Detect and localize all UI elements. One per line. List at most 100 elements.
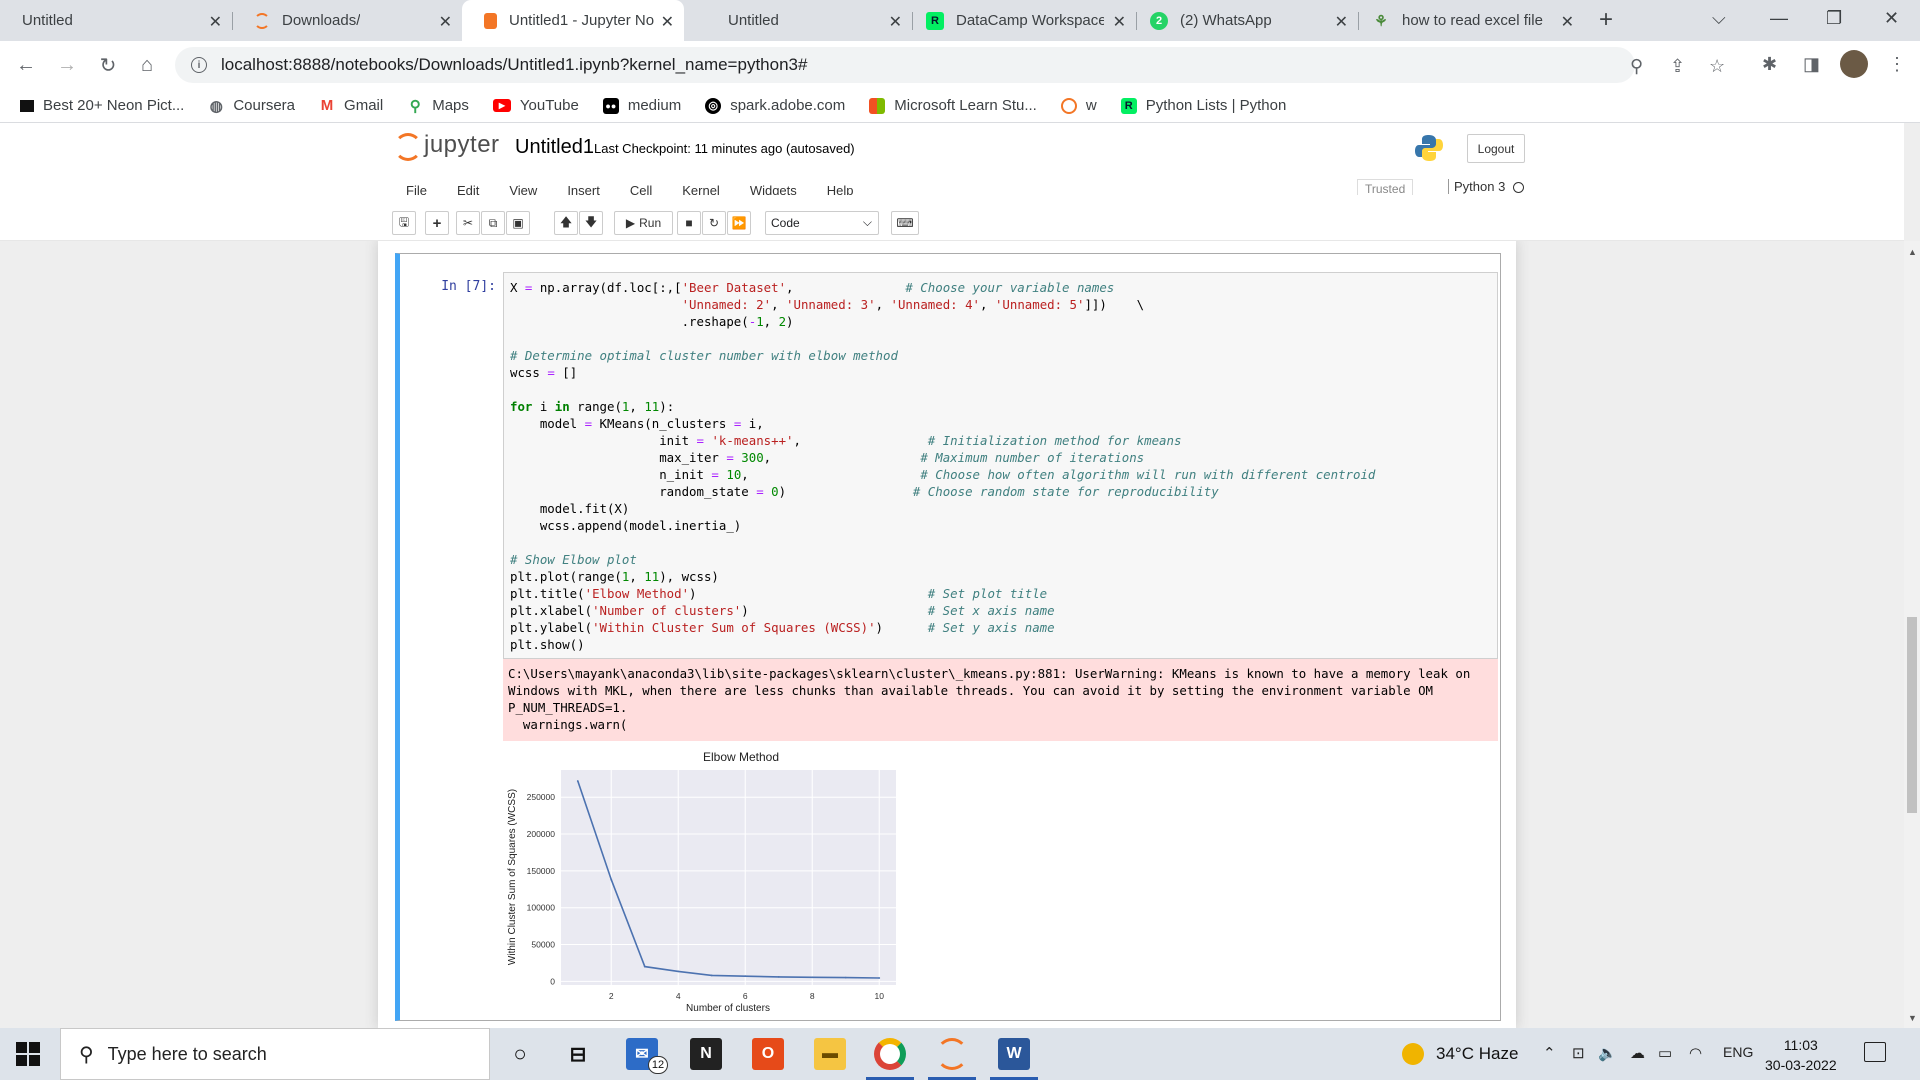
bookmark-star-icon[interactable]: ☆ — [1709, 56, 1725, 77]
url-text[interactable]: localhost:8888/notebooks/Downloads/Untit… — [221, 55, 807, 75]
jupyter-taskbar-icon[interactable] — [936, 1038, 968, 1070]
move-up-icon[interactable]: 🡅 — [554, 211, 578, 235]
run-button[interactable]: ▶ Run — [614, 211, 673, 235]
notebook-container: In [7]: X = np.array(df.loc[:,['Beer Dat… — [0, 241, 1904, 1028]
taskbar-search-box[interactable]: ⚲ Type here to search — [60, 1028, 490, 1080]
share-icon[interactable]: ⇪ — [1670, 56, 1685, 77]
weather-widget[interactable]: 34°C Haze — [1402, 1043, 1518, 1065]
tab-title: Untitled — [728, 12, 779, 29]
reload-icon[interactable]: ↻ — [94, 51, 122, 79]
bookmark-python-lists[interactable]: R Python Lists | Python — [1120, 97, 1287, 114]
stderr-output: C:\Users\mayank\anaconda3\lib\site-packa… — [503, 659, 1498, 741]
clock[interactable]: 11:03 30-03-2022 — [1765, 1035, 1837, 1075]
tab-whatsapp[interactable]: 2 (2) WhatsApp ✕ — [1136, 0, 1358, 41]
more-menu-icon[interactable]: ⋮ — [1888, 54, 1906, 75]
file-explorer-icon[interactable]: ▬ — [814, 1038, 846, 1070]
notifications-icon[interactable] — [1864, 1042, 1886, 1062]
chrome-icon[interactable] — [874, 1038, 906, 1070]
tab-untitled1-jupyter[interactable]: Untitled1 - Jupyter No ✕ — [462, 0, 684, 41]
bookmark-label: Python Lists | Python — [1145, 97, 1287, 114]
address-bar[interactable]: i localhost:8888/notebooks/Downloads/Unt… — [175, 47, 1725, 83]
side-panel-icon[interactable]: ◨ — [1803, 54, 1820, 75]
restore-icon[interactable]: ❐ — [1826, 8, 1842, 29]
code-editor[interactable]: X = np.array(df.loc[:,['Beer Dataset', #… — [503, 272, 1498, 659]
y-tick-label: 50000 — [531, 940, 555, 950]
code-cell[interactable]: In [7]: X = np.array(df.loc[:,['Beer Dat… — [395, 253, 1501, 1021]
forward-arrow-icon[interactable]: → — [53, 51, 81, 79]
move-down-icon[interactable]: 🡇 — [579, 211, 603, 235]
site-info-icon[interactable]: i — [191, 57, 207, 73]
tab-title: Untitled1 - Jupyter No — [509, 12, 654, 29]
language-indicator[interactable]: ENG — [1723, 1044, 1753, 1060]
page-scrollbar[interactable]: ▲ ▼ — [1904, 241, 1920, 1028]
windows-start-icon[interactable] — [16, 1042, 40, 1066]
globe-icon: ◍ — [209, 97, 223, 115]
restart-icon[interactable]: ↻ — [702, 211, 726, 235]
bookmark-medium[interactable]: ●● medium — [602, 97, 681, 114]
cut-icon[interactable]: ✂ — [456, 211, 480, 235]
tab-untitled-2[interactable]: Untitled ✕ — [684, 0, 912, 41]
bookmark-unsplash[interactable]: Best 20+ Neon Pict... — [20, 97, 184, 114]
zoom-icon[interactable]: ⚲ — [1630, 56, 1643, 77]
notebook-name[interactable]: Untitled1 — [515, 136, 594, 159]
office-icon[interactable]: O — [752, 1038, 784, 1070]
stop-icon[interactable]: ■ — [677, 211, 701, 235]
bookmark-adobe-spark[interactable]: ◎ spark.adobe.com — [705, 97, 845, 114]
save-icon[interactable]: 🖫 — [392, 211, 416, 235]
data-point — [576, 780, 579, 782]
tab-untitled-1[interactable]: Untitled ✕ — [0, 0, 232, 41]
close-icon[interactable]: ✕ — [1113, 12, 1126, 32]
notion-icon[interactable]: N — [690, 1038, 722, 1070]
volume-icon[interactable]: 🔈 — [1598, 1044, 1617, 1062]
task-view-icon[interactable]: ⊟ — [562, 1038, 594, 1070]
bookmark-microsoft-learn[interactable]: Microsoft Learn Stu... — [869, 97, 1037, 114]
bookmark-youtube[interactable]: ▶ YouTube — [492, 97, 579, 114]
tab-downloads[interactable]: Downloads/ ✕ — [232, 0, 462, 41]
bookmark-label: spark.adobe.com — [730, 97, 846, 114]
keyboard-icon[interactable]: ⌨ — [891, 211, 919, 235]
minimize-icon[interactable]: — — [1770, 8, 1788, 29]
word-icon[interactable]: W — [998, 1038, 1030, 1070]
scroll-down-icon[interactable]: ▼ — [1908, 1013, 1917, 1023]
jupyter-icon — [254, 12, 270, 29]
fast-forward-icon[interactable]: ⏩ — [727, 211, 751, 235]
extensions-puzzle-icon[interactable]: ✱ — [1762, 54, 1777, 75]
cell-type-select[interactable]: Code ⌵ — [765, 211, 879, 235]
tray-chevron-up-icon[interactable]: ⌃ — [1543, 1044, 1556, 1062]
close-icon[interactable]: ✕ — [889, 12, 902, 32]
battery-icon[interactable]: ▭ — [1658, 1044, 1672, 1062]
home-icon[interactable]: ⌂ — [133, 51, 161, 79]
tab-datacamp[interactable]: R DataCamp Workspace ✕ — [912, 0, 1136, 41]
logout-button[interactable]: Logout — [1467, 134, 1525, 163]
paste-icon[interactable]: ▣ — [506, 211, 530, 235]
close-icon[interactable]: ✕ — [439, 12, 452, 32]
bookmark-gmail[interactable]: M Gmail — [319, 97, 383, 114]
meet-now-icon[interactable]: ⊡ — [1572, 1044, 1585, 1062]
tab-how-to-read-excel[interactable]: ⚘ how to read excel file ✕ — [1358, 0, 1584, 41]
copy-icon[interactable]: ⧉ — [481, 211, 505, 235]
new-tab-button[interactable]: + — [1599, 6, 1613, 34]
window-close-icon[interactable]: ✕ — [1884, 8, 1899, 29]
tab-search-chevron-icon[interactable]: ⌵ — [1712, 8, 1726, 29]
scroll-up-icon[interactable]: ▲ — [1908, 247, 1917, 257]
cortana-icon[interactable]: ○ — [504, 1038, 536, 1070]
add-cell-icon[interactable]: + — [425, 211, 449, 235]
close-icon[interactable]: ✕ — [1335, 12, 1348, 32]
back-arrow-icon[interactable]: ← — [12, 51, 40, 79]
y-tick-label: 100000 — [527, 903, 556, 913]
close-icon[interactable]: ✕ — [1561, 12, 1574, 32]
onedrive-cloud-icon[interactable]: ☁ — [1630, 1044, 1645, 1062]
wifi-icon[interactable]: ◠ — [1689, 1044, 1702, 1062]
chart-title: Elbow Method — [703, 750, 779, 764]
scroll-thumb[interactable] — [1907, 617, 1917, 813]
tab-title: Downloads/ — [282, 12, 361, 29]
code-source: X = np.array(df.loc[:,['Beer Dataset', #… — [510, 280, 1376, 652]
bookmark-maps[interactable]: ⚲ Maps — [407, 97, 469, 115]
close-icon[interactable]: ✕ — [209, 12, 222, 32]
profile-avatar[interactable] — [1840, 50, 1868, 78]
bookmark-coursera[interactable]: ◍ Coursera — [208, 97, 295, 115]
data-point — [744, 975, 747, 978]
close-icon[interactable]: ✕ — [661, 12, 674, 32]
bookmark-w[interactable]: w — [1060, 97, 1097, 114]
jupyter-logo[interactable]: jupyter — [394, 131, 500, 161]
